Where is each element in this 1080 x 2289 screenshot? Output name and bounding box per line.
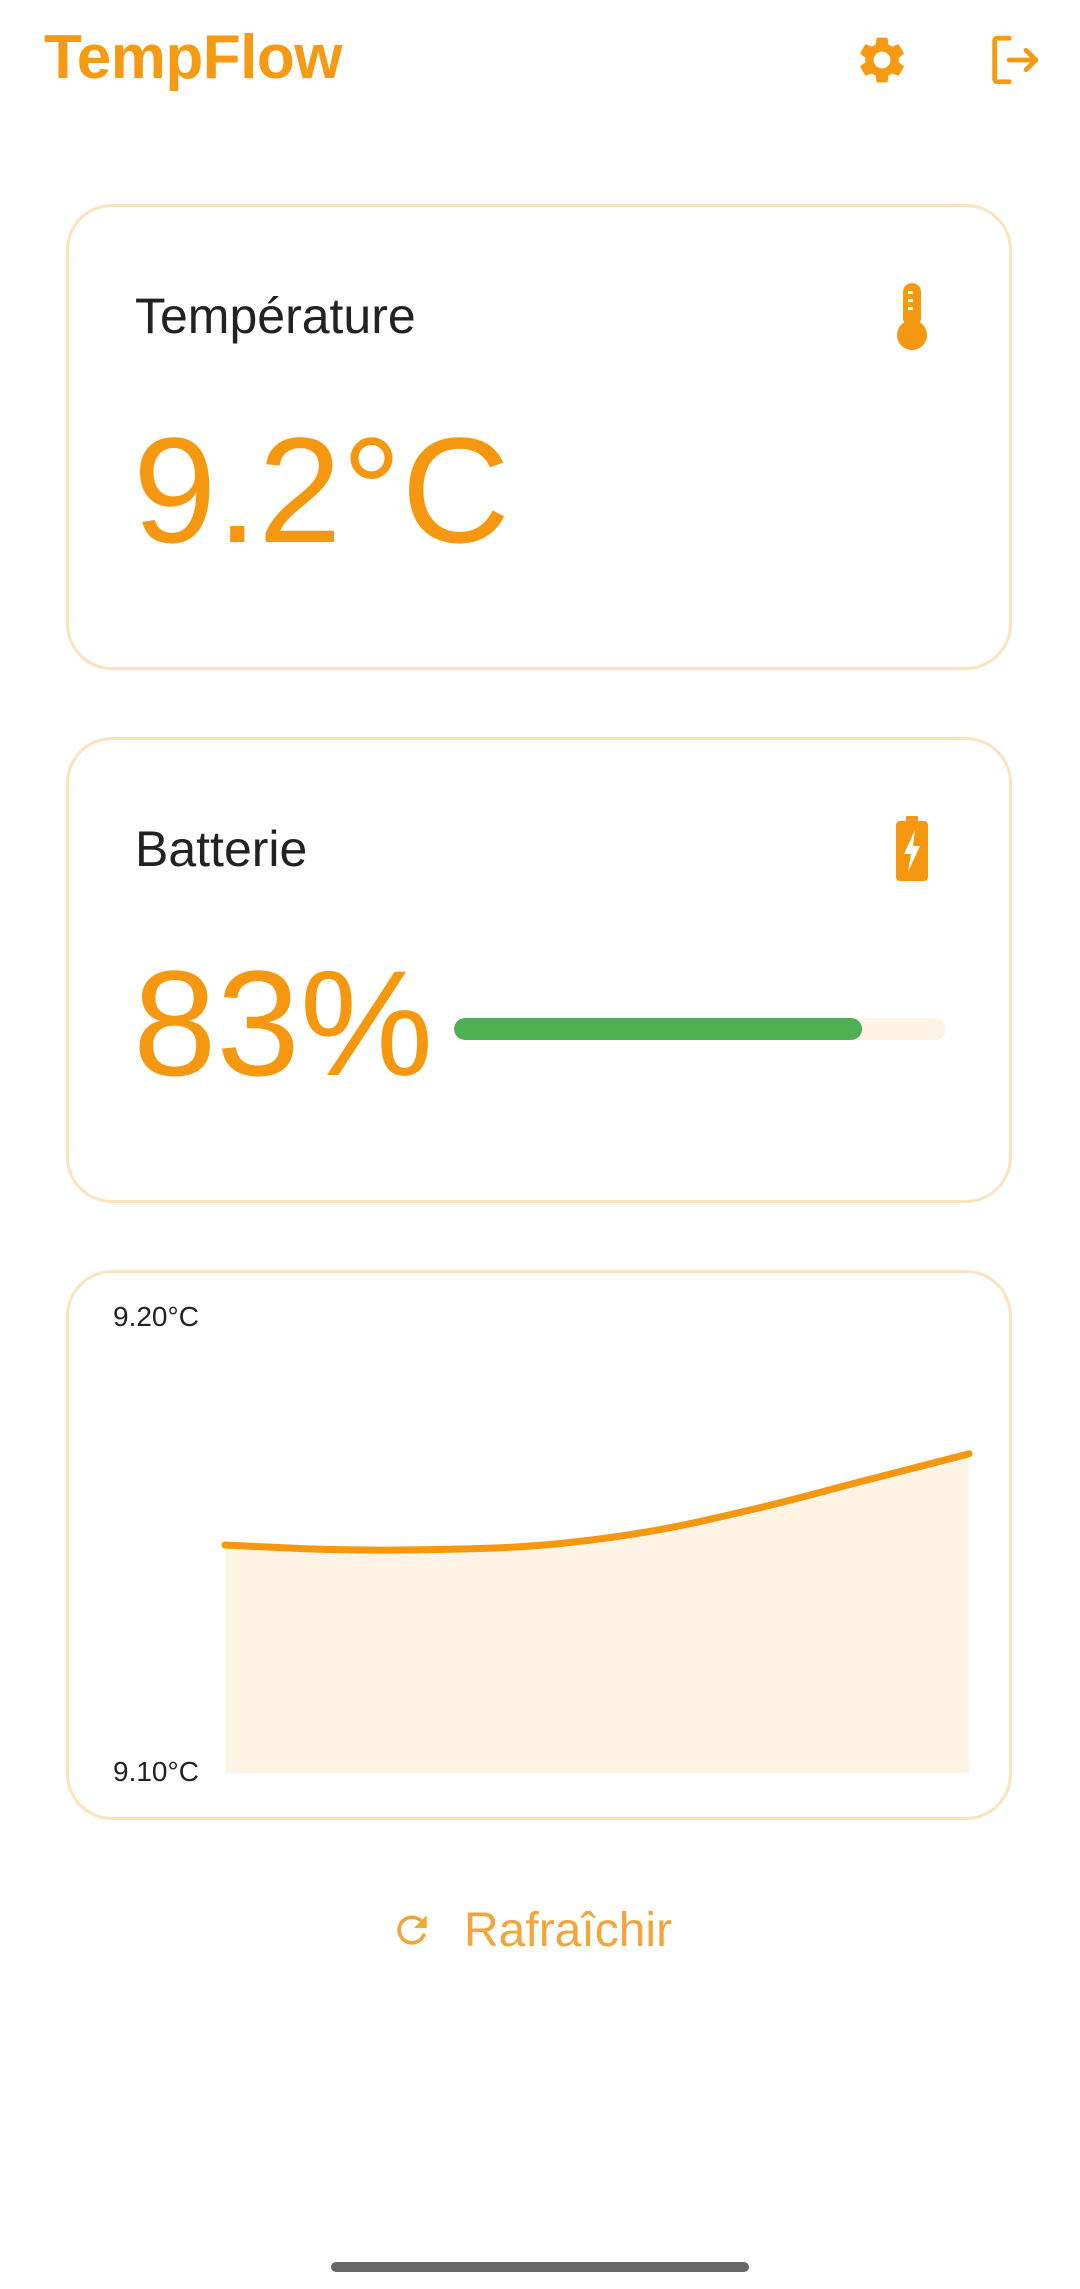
battery-label: Batterie [135,821,308,877]
thermometer-icon [887,279,937,353]
refresh-icon [397,1915,427,1945]
battery-value: 83% [133,939,434,1107]
y-axis-min-label: 9.10°C [113,1756,199,1787]
temperature-label: Température [135,288,416,344]
settings-button[interactable] [850,28,914,92]
refresh-button[interactable]: Rafraîchir [390,1895,672,1965]
battery-card: Batterie 83% [66,737,1012,1203]
battery-progress-track [454,1018,946,1040]
temperature-value: 9.2°C [133,406,510,574]
app-header: TempFlow [0,0,1080,130]
battery-charging-icon [887,812,937,886]
app-title: TempFlow [44,23,342,92]
y-axis-max-label: 9.20°C [113,1301,199,1332]
logout-button[interactable] [982,28,1046,92]
home-indicator[interactable] [331,2262,749,2272]
battery-progress-fill [454,1018,863,1040]
logout-icon [992,35,1039,85]
gear-icon [860,37,904,83]
temperature-chart-card: 9.20°C 9.10°C [66,1270,1012,1820]
refresh-label: Rafraîchir [464,1903,673,1957]
chart-area-fill [225,1453,969,1773]
temperature-area-chart [221,1450,973,1773]
temperature-card: Température 9.2°C [66,204,1012,670]
